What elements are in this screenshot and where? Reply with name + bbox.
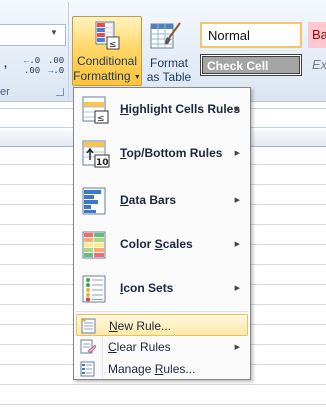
- menu-item-label: Clear Rules: [108, 340, 171, 354]
- data-bars-icon: [82, 187, 106, 215]
- caret-down-icon: ▼: [133, 74, 141, 81]
- highlight-cells-rules-icon: ≤: [82, 96, 109, 124]
- conditional-formatting-button[interactable]: ≤ Conditional Formatting ▼: [72, 16, 142, 86]
- menu-item-label: Highlight Cells Rules: [120, 102, 241, 116]
- submenu-arrow-icon: ▶: [234, 285, 240, 292]
- menu-item-manage-rules[interactable]: Manage Rules...: [76, 358, 248, 380]
- svg-text:10: 10: [96, 158, 109, 168]
- manage-rules-icon: [80, 361, 95, 377]
- menu-item-label: Top/Bottom Rules: [120, 146, 223, 160]
- decrease-decimal-button[interactable]: .00 →.0: [48, 56, 64, 76]
- dialog-launcher-icon[interactable]: [56, 88, 64, 96]
- icon-sets-icon: [82, 275, 106, 303]
- cell-style-normal[interactable]: Normal: [200, 22, 302, 48]
- grid-line: [0, 404, 326, 405]
- svg-text:≤: ≤: [97, 114, 105, 124]
- submenu-arrow-icon: ▶: [234, 197, 240, 204]
- submenu-arrow-icon: ▶: [234, 344, 240, 351]
- conditional-formatting-label: Conditional: [76, 54, 138, 68]
- grid-line: [0, 384, 326, 385]
- conditional-formatting-menu: ≤ Highlight Cells Rules ▶ 10 Top/Bottom …: [73, 87, 251, 380]
- cell-style-bad[interactable]: Ba: [308, 22, 326, 48]
- group-separator: [68, 2, 69, 98]
- menu-item-label: New Rule...: [109, 319, 172, 333]
- menu-item-clear-rules[interactable]: Clear Rules ▶: [76, 336, 248, 358]
- menu-item-icon-sets[interactable]: Icon Sets ▶: [76, 267, 248, 311]
- submenu-arrow-icon: ▶: [234, 150, 240, 157]
- submenu-arrow-icon: ▶: [234, 241, 240, 248]
- cell-style-explanatory[interactable]: Ex: [312, 57, 326, 72]
- cell-style-check-cell-label: Check Cell: [202, 56, 300, 74]
- color-scales-icon: [82, 231, 106, 259]
- clear-rules-icon: [80, 339, 96, 354]
- new-rule-icon: [81, 318, 96, 334]
- cell-style-check-cell[interactable]: Check Cell: [200, 54, 302, 76]
- top-bottom-rules-icon: 10: [82, 140, 110, 168]
- menu-item-top-bottom-rules[interactable]: 10 Top/Bottom Rules ▶: [76, 132, 248, 176]
- format-as-table-icon[interactable]: [150, 22, 182, 52]
- menu-separator: [76, 311, 248, 312]
- format-as-table-label[interactable]: Format: [142, 56, 196, 70]
- number-group-label: er: [0, 86, 10, 98]
- menu-item-highlight-cells-rules[interactable]: ≤ Highlight Cells Rules ▶: [76, 88, 248, 132]
- comma-style-button[interactable]: ,: [4, 58, 7, 70]
- menu-item-label: Data Bars: [120, 193, 177, 207]
- svg-text:≤: ≤: [109, 40, 117, 50]
- menu-item-label: Manage Rules...: [108, 362, 196, 376]
- menu-item-new-rule[interactable]: New Rule...: [76, 314, 248, 336]
- increase-decimal-button[interactable]: ←.0.00: [24, 56, 40, 76]
- conditional-formatting-label-2: Formatting ▼: [73, 69, 141, 83]
- submenu-arrow-icon: ▶: [234, 106, 240, 113]
- menu-item-label: Color Scales: [120, 237, 193, 251]
- menu-item-color-scales[interactable]: Color Scales ▶: [76, 223, 248, 267]
- menu-item-label: Icon Sets: [120, 281, 174, 295]
- chevron-down-icon[interactable]: ▼: [50, 28, 58, 37]
- conditional-formatting-icon: ≤: [95, 21, 120, 50]
- menu-item-data-bars[interactable]: Data Bars ▶: [76, 179, 248, 223]
